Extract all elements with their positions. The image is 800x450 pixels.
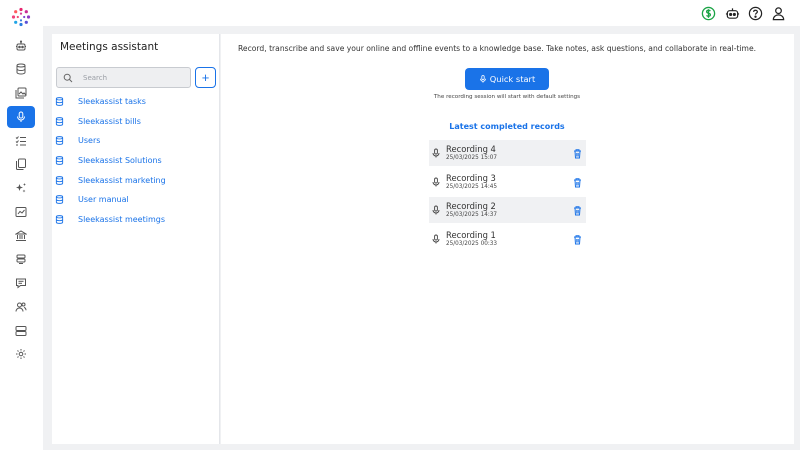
- record-row[interactable]: Recording 3 25/03/2025 14:45: [429, 169, 586, 195]
- rail-gallery-icon[interactable]: [7, 82, 35, 104]
- record-date: 25/03/2025 14:45: [446, 184, 497, 190]
- help-icon[interactable]: [747, 5, 763, 21]
- database-icon: [55, 135, 64, 145]
- rail-chat-icon[interactable]: [7, 272, 35, 294]
- list-item-label: Sleekassist marketing: [78, 175, 166, 185]
- list-item[interactable]: Sleekassist bills: [55, 114, 141, 128]
- quick-start-button[interactable]: Quick start: [465, 68, 549, 90]
- record-date: 25/03/2025 15:07: [446, 155, 497, 161]
- rail-database-icon[interactable]: [7, 58, 35, 80]
- search-box[interactable]: [56, 67, 191, 88]
- record-name: Recording 1: [446, 230, 496, 240]
- rail-sparkles-icon[interactable]: [7, 177, 35, 199]
- trash-icon[interactable]: [572, 234, 583, 245]
- rail-settings-icon[interactable]: [7, 343, 35, 365]
- microphone-icon: [432, 234, 440, 244]
- trash-icon[interactable]: [572, 205, 583, 216]
- list-item[interactable]: Sleekassist tasks: [55, 94, 146, 108]
- list-item-label: Users: [78, 135, 101, 145]
- top-bar: [43, 0, 800, 26]
- microphone-icon: [432, 148, 440, 158]
- rail-documents-icon[interactable]: [7, 153, 35, 175]
- list-item[interactable]: Sleekassist Solutions: [55, 153, 162, 167]
- database-icon: [55, 214, 64, 224]
- rail-institution-icon[interactable]: [7, 225, 35, 247]
- list-item-label: User manual: [78, 194, 129, 204]
- quick-start-note: The recording session will start with de…: [433, 94, 581, 100]
- record-name: Recording 3: [446, 173, 496, 183]
- dollar-icon[interactable]: [700, 5, 716, 21]
- add-button[interactable]: +: [195, 67, 216, 88]
- record-date: 25/03/2025 00:33: [446, 241, 497, 247]
- trash-icon[interactable]: [572, 177, 583, 188]
- rail-robot-icon[interactable]: [7, 35, 35, 57]
- robot-icon[interactable]: [724, 5, 740, 21]
- record-date: 25/03/2025 14:37: [446, 212, 497, 218]
- list-item-label: Sleekassist tasks: [78, 96, 146, 106]
- list-item[interactable]: Sleekassist meetimgs: [55, 212, 165, 226]
- list-item-label: Sleekassist bills: [78, 116, 141, 126]
- record-name: Recording 4: [446, 144, 496, 154]
- record-row[interactable]: Recording 4 25/03/2025 15:07: [429, 140, 586, 166]
- panel-title: Meetings assistant: [60, 41, 159, 53]
- microphone-icon: [432, 177, 440, 187]
- rail-users-icon[interactable]: [7, 296, 35, 318]
- main-content: Record, transcribe and save your online …: [221, 34, 794, 444]
- knowledge-base-panel: Meetings assistant + Sleekassist tasks S…: [52, 34, 220, 444]
- list-item-label: Sleekassist meetimgs: [78, 214, 165, 224]
- search-input[interactable]: [83, 73, 183, 82]
- list-item-label: Sleekassist Solutions: [78, 155, 162, 165]
- microphone-icon: [479, 75, 486, 83]
- database-icon: [55, 175, 64, 185]
- database-icon: [55, 194, 64, 204]
- trash-icon[interactable]: [572, 148, 583, 159]
- record-row[interactable]: Recording 2 25/03/2025 14:37: [429, 197, 586, 223]
- record-row[interactable]: Recording 1 25/03/2025 00:33: [429, 226, 586, 252]
- list-item[interactable]: Sleekassist marketing: [55, 173, 166, 187]
- intro-text: Record, transcribe and save your online …: [238, 44, 757, 53]
- rail-microphone-icon[interactable]: [7, 106, 35, 128]
- rail-servers-icon[interactable]: [7, 320, 35, 342]
- database-icon: [55, 116, 64, 126]
- microphone-icon: [432, 205, 440, 215]
- user-icon[interactable]: [770, 5, 786, 21]
- app-logo-icon[interactable]: [11, 7, 31, 27]
- list-item[interactable]: Users: [55, 133, 100, 147]
- latest-records-title: Latest completed records: [449, 122, 565, 131]
- rail-stack-icon[interactable]: [7, 248, 35, 270]
- database-icon: [55, 96, 64, 106]
- record-name: Recording 2: [446, 201, 496, 211]
- rail-analytics-icon[interactable]: [7, 201, 35, 223]
- list-item[interactable]: User manual: [55, 192, 129, 206]
- rail-checklist-icon[interactable]: [7, 130, 35, 152]
- search-icon: [63, 73, 73, 82]
- left-rail: [0, 0, 43, 450]
- quick-start-label: Quick start: [489, 74, 536, 84]
- database-icon: [55, 155, 64, 165]
